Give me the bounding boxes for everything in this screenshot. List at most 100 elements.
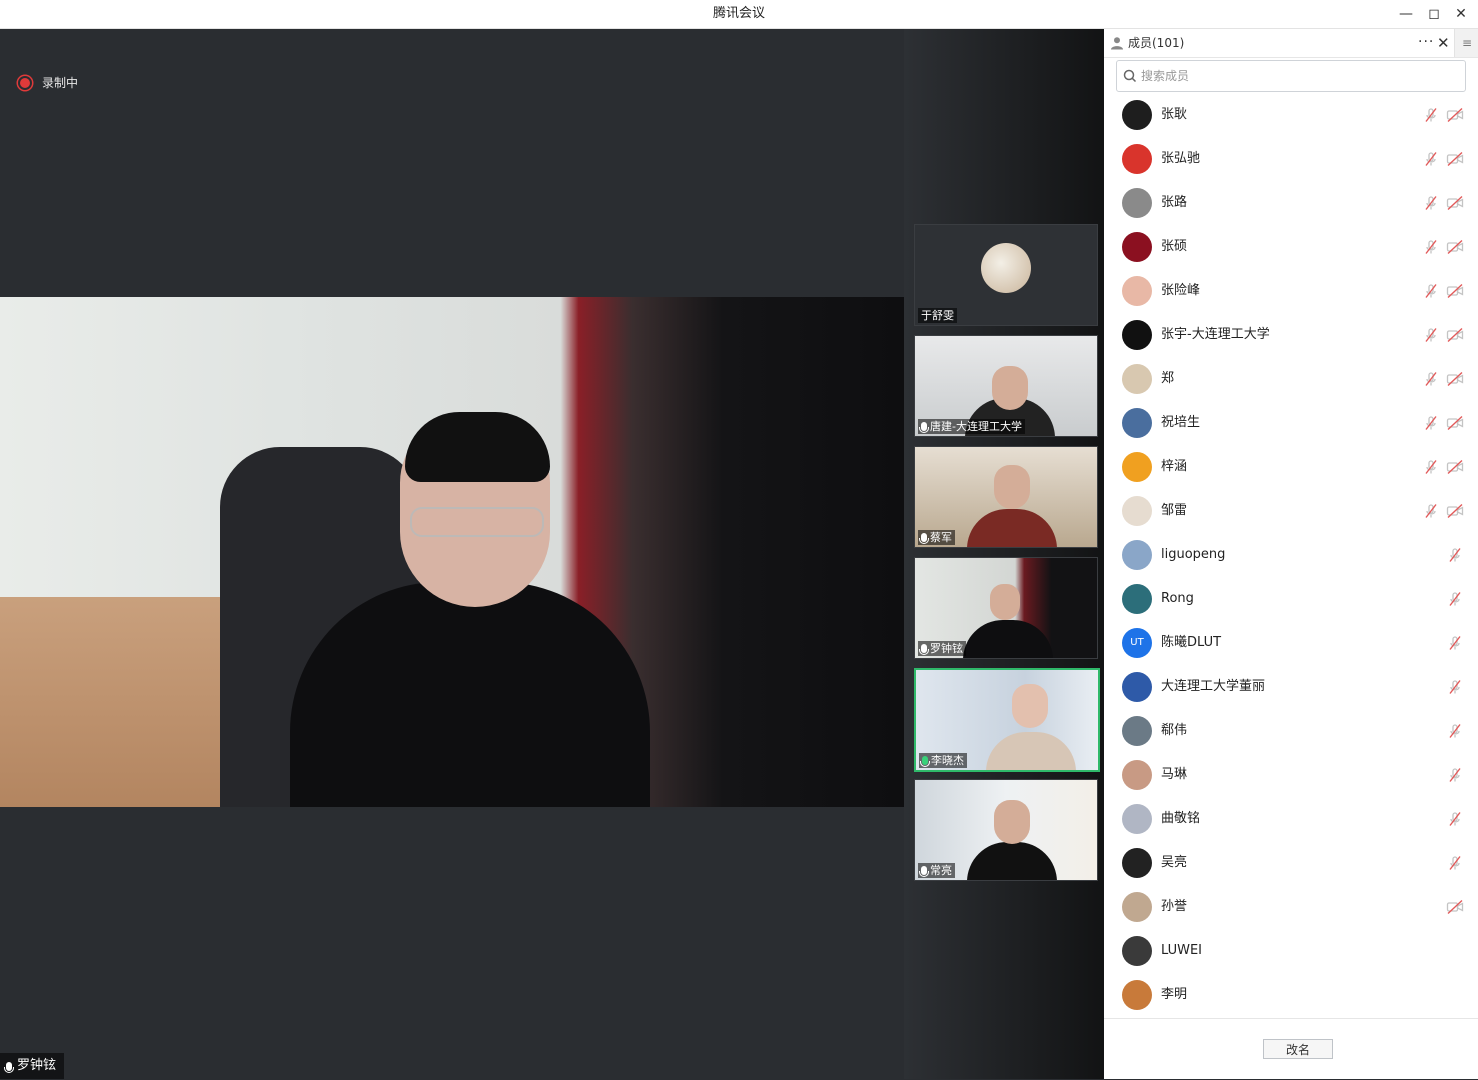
avatar bbox=[1122, 232, 1152, 262]
avatar bbox=[1122, 496, 1152, 526]
member-row[interactable]: UT 陈曦DLUT bbox=[1104, 621, 1478, 665]
close-window-button[interactable]: ✕ bbox=[1444, 0, 1478, 28]
participant-face bbox=[994, 800, 1030, 844]
avatar bbox=[1122, 188, 1152, 218]
member-name: 孙誉 bbox=[1161, 899, 1188, 914]
member-row[interactable]: Rong bbox=[1104, 577, 1478, 621]
video-tile[interactable]: 于舒雯 bbox=[914, 224, 1098, 326]
member-row[interactable]: 张弘驰 bbox=[1104, 137, 1478, 181]
avatar bbox=[1122, 100, 1152, 130]
mic-icon bbox=[919, 866, 929, 877]
avatar bbox=[1122, 320, 1152, 350]
more-options-button[interactable]: ··· bbox=[1418, 29, 1434, 55]
mic-muted-icon bbox=[1447, 767, 1463, 783]
member-name: 张弘驰 bbox=[1161, 151, 1201, 166]
member-name: LUWEI bbox=[1161, 943, 1203, 958]
member-row[interactable]: 张险峰 bbox=[1104, 269, 1478, 313]
video-tile[interactable]: 蔡军 bbox=[914, 446, 1098, 548]
camera-off-icon bbox=[1446, 283, 1464, 299]
search-input[interactable] bbox=[1139, 68, 1453, 84]
camera-off-icon bbox=[1446, 107, 1464, 123]
mic-icon bbox=[4, 1061, 14, 1073]
member-name: 陈曦DLUT bbox=[1161, 635, 1222, 650]
window-title: 腾讯会议 bbox=[712, 6, 765, 21]
members-list: 张耿张弘驰张路张硕 张险峰 张宇-大连理工大学郑祝培生 梓涵 邹雷 liguopeng Ro… bbox=[1104, 95, 1478, 1017]
mic-icon bbox=[919, 422, 929, 433]
video-tile[interactable]: 罗钟铉 bbox=[914, 557, 1098, 659]
member-row[interactable]: 曲敬铭 bbox=[1104, 797, 1478, 841]
camera-off-icon bbox=[1446, 371, 1464, 387]
video-tile[interactable]: 唐建-大连理工大学 bbox=[914, 335, 1098, 437]
mic-muted-icon bbox=[1423, 151, 1439, 167]
member-row[interactable]: 祝培生 bbox=[1104, 401, 1478, 445]
member-row[interactable]: 李明 bbox=[1104, 973, 1478, 1017]
member-row[interactable]: 邹雷 bbox=[1104, 489, 1478, 533]
avatar bbox=[981, 243, 1031, 293]
avatar bbox=[1122, 804, 1152, 834]
side-menu-button[interactable]: ≡ bbox=[1454, 29, 1478, 57]
member-row[interactable]: 吴亮 bbox=[1104, 841, 1478, 885]
mic-muted-icon bbox=[1423, 283, 1439, 299]
member-name: 张耿 bbox=[1161, 107, 1188, 122]
member-name: 大连理工大学董丽 bbox=[1161, 679, 1266, 694]
rename-button[interactable]: 改名 bbox=[1263, 1039, 1333, 1059]
avatar bbox=[1122, 760, 1152, 790]
member-name: 郑 bbox=[1161, 371, 1175, 386]
camera-off-icon bbox=[1446, 503, 1464, 519]
member-row[interactable]: 梓涵 bbox=[1104, 445, 1478, 489]
participant-face bbox=[1012, 684, 1048, 728]
tile-name: 常亮 bbox=[930, 864, 952, 877]
member-search[interactable] bbox=[1116, 60, 1466, 92]
member-row[interactable]: 张宇-大连理工大学 bbox=[1104, 313, 1478, 357]
participant-face bbox=[990, 584, 1020, 620]
tile-name-label: 李晓杰 bbox=[919, 753, 967, 768]
avatar bbox=[1122, 584, 1152, 614]
record-icon bbox=[20, 77, 30, 88]
member-row[interactable]: 郗伟 bbox=[1104, 709, 1478, 753]
mic-icon bbox=[919, 533, 929, 544]
main-video[interactable] bbox=[0, 297, 904, 807]
person-icon bbox=[1111, 37, 1123, 50]
participant-face bbox=[992, 366, 1028, 410]
tile-name-label: 于舒雯 bbox=[918, 308, 957, 323]
speaker-glasses bbox=[410, 507, 544, 537]
camera-off-icon bbox=[1446, 195, 1464, 211]
member-row[interactable]: 张耿 bbox=[1104, 95, 1478, 137]
avatar bbox=[1122, 144, 1152, 174]
avatar bbox=[1122, 408, 1152, 438]
mic-muted-icon bbox=[1423, 107, 1439, 123]
participant-body bbox=[967, 509, 1057, 547]
member-row[interactable]: 张硕 bbox=[1104, 225, 1478, 269]
member-row[interactable]: 张路 bbox=[1104, 181, 1478, 225]
member-row[interactable]: 马琳 bbox=[1104, 753, 1478, 797]
members-panel-header: 成员(101) ··· ✕ ≡ bbox=[1104, 29, 1478, 58]
camera-off-icon bbox=[1446, 327, 1464, 343]
member-row[interactable]: 大连理工大学董丽 bbox=[1104, 665, 1478, 709]
close-panel-button[interactable]: ✕ bbox=[1437, 29, 1450, 57]
mic-muted-icon bbox=[1423, 503, 1439, 519]
video-strip: 于舒雯 唐建-大连理工大学 蔡军 罗钟铉 李晓杰 常亮 bbox=[904, 29, 1104, 1079]
mic-active-icon bbox=[920, 756, 930, 767]
avatar bbox=[1122, 452, 1152, 482]
member-name: Rong bbox=[1161, 591, 1194, 606]
member-row[interactable]: 孙誉 bbox=[1104, 885, 1478, 929]
video-tile[interactable]: 常亮 bbox=[914, 779, 1098, 881]
mic-muted-icon bbox=[1423, 239, 1439, 255]
member-name: 李明 bbox=[1161, 987, 1188, 1002]
avatar bbox=[1122, 672, 1152, 702]
member-name: 张路 bbox=[1161, 195, 1188, 210]
mic-muted-icon bbox=[1447, 855, 1463, 871]
member-row[interactable]: liguopeng bbox=[1104, 533, 1478, 577]
mic-muted-icon bbox=[1423, 195, 1439, 211]
member-name: 曲敬铭 bbox=[1161, 811, 1201, 826]
avatar bbox=[1122, 848, 1152, 878]
camera-off-icon bbox=[1446, 459, 1464, 475]
video-tile[interactable]: 李晓杰 bbox=[914, 668, 1100, 772]
member-row[interactable]: LUWEI bbox=[1104, 929, 1478, 973]
avatar bbox=[1122, 936, 1152, 966]
mic-muted-icon bbox=[1447, 547, 1463, 563]
avatar bbox=[1122, 540, 1152, 570]
tile-name: 李晓杰 bbox=[931, 754, 964, 767]
mic-muted-icon bbox=[1447, 811, 1463, 827]
member-row[interactable]: 郑 bbox=[1104, 357, 1478, 401]
